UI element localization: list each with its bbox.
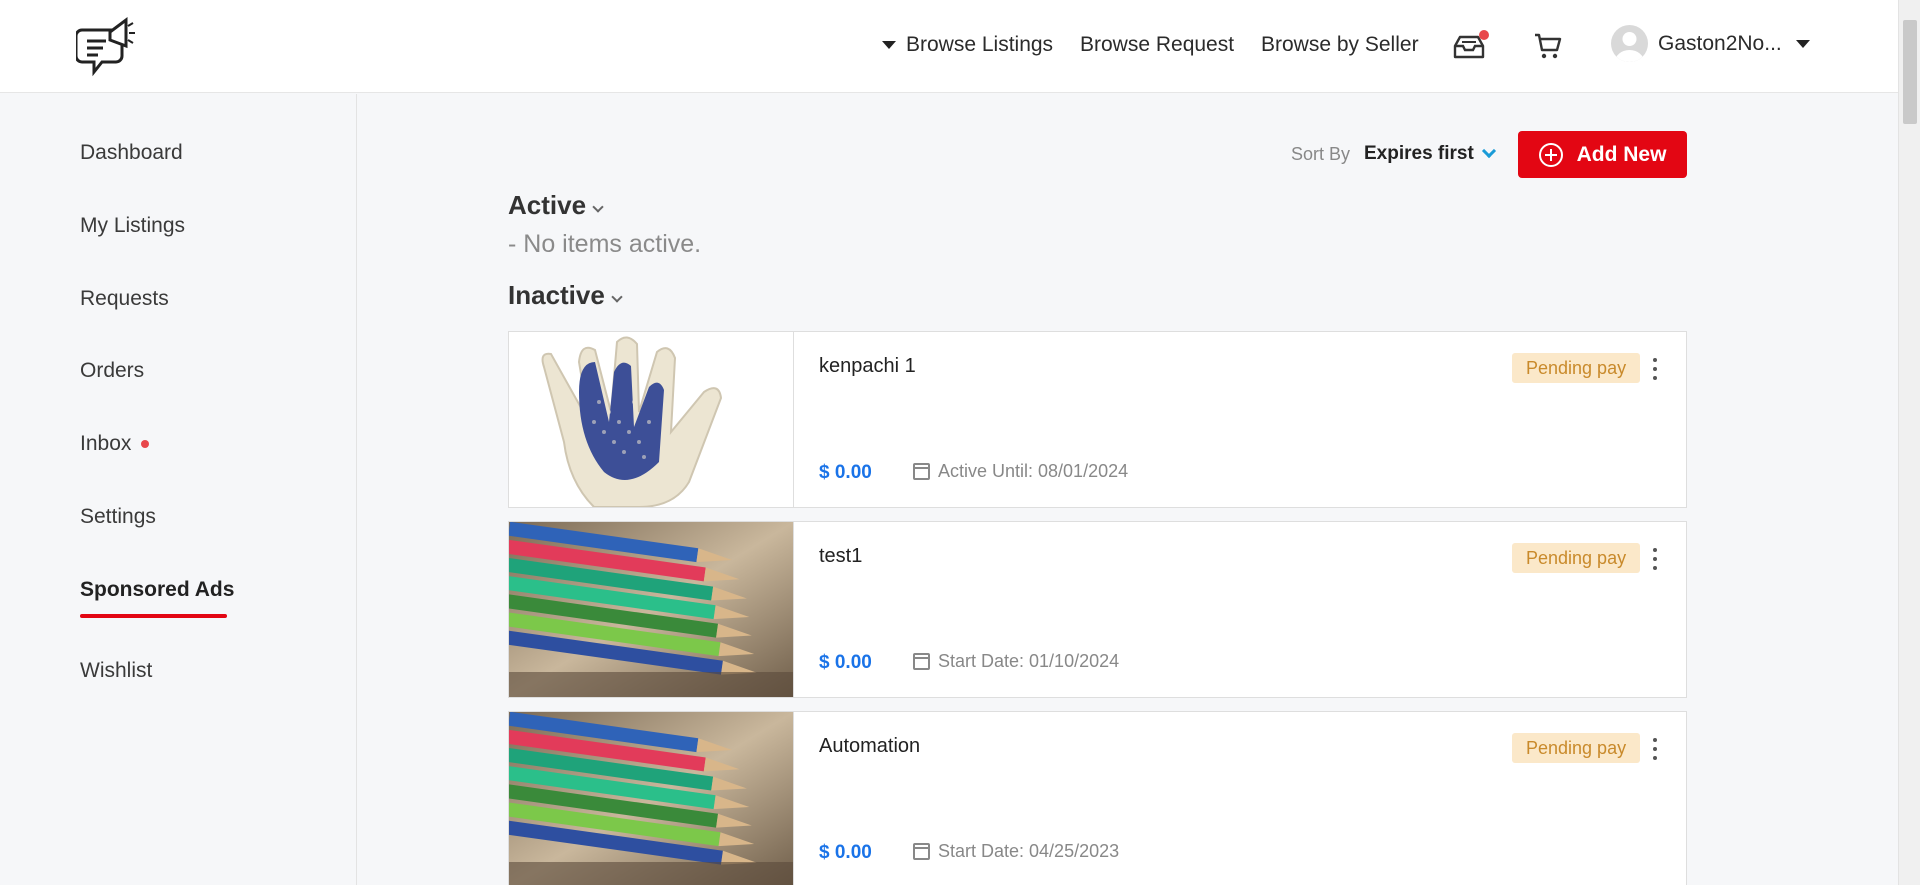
caret-down-icon [882, 41, 896, 49]
listing-title[interactable]: Automation [819, 735, 920, 758]
inbox-notification-dot [1479, 30, 1489, 40]
nav-browse-listings-label: Browse Listings [906, 33, 1054, 56]
status-badge: Pending pay [1512, 353, 1641, 383]
nav-browse-listings[interactable]: Browse Listings [882, 33, 1053, 57]
more-options-icon[interactable] [1650, 738, 1660, 760]
sort-dropdown[interactable]: Expires first [1364, 143, 1496, 165]
sort-by-label: Sort By [1291, 144, 1351, 164]
sidebar-item-label: Sponsored Ads [80, 578, 235, 601]
listing-card[interactable]: kenpachi 1 $ 0.00 Active Until: 08/01/20… [508, 331, 1687, 508]
sidebar-item-wishlist[interactable]: Wishlist [80, 659, 152, 683]
listing-date: Start Date: 01/10/2024 [913, 651, 1119, 672]
user-menu-caret-icon[interactable] [1796, 40, 1810, 48]
more-options-icon[interactable] [1650, 548, 1660, 570]
sidebar-item-label: Settings [80, 505, 156, 528]
chevron-down-icon [611, 290, 623, 303]
listing-card[interactable]: test1 $ 0.00 Start Date: 01/10/2024 Pend… [508, 521, 1687, 698]
chevron-down-icon [1481, 143, 1496, 159]
sidebar-item-label: Dashboard [80, 141, 183, 164]
listing-date-text: Active Until: 08/01/2024 [938, 461, 1129, 481]
sidebar: Dashboard My Listings Requests Orders In… [0, 94, 357, 885]
sidebar-item-label: Inbox [80, 432, 132, 455]
listing-price: $ 0.00 [819, 652, 872, 673]
nav-browse-request[interactable]: Browse Request [1080, 33, 1234, 57]
calendar-icon [913, 843, 930, 860]
avatar[interactable] [1611, 25, 1648, 62]
plus-circle-icon [1538, 142, 1563, 167]
listing-image-glove [509, 332, 794, 507]
sidebar-item-my-listings[interactable]: My Listings [80, 214, 185, 238]
listing-price: $ 0.00 [819, 842, 872, 863]
calendar-icon [913, 653, 930, 670]
add-new-button[interactable]: Add New [1518, 131, 1687, 178]
listing-date: Start Date: 04/25/2023 [913, 841, 1119, 862]
top-header: Browse Listings Browse Request Browse by… [0, 0, 1898, 93]
user-name[interactable]: Gaston2No... [1658, 32, 1782, 56]
listing-date-text: Start Date: 01/10/2024 [938, 651, 1120, 671]
logo-icon[interactable] [76, 14, 138, 80]
add-new-label: Add New [1576, 142, 1667, 166]
avatar-icon [1615, 32, 1644, 62]
status-badge: Pending pay [1512, 543, 1641, 573]
listing-date-text: Start Date: 04/25/2023 [938, 841, 1120, 861]
scrollbar-thumb[interactable] [1903, 20, 1917, 124]
section-active-toggle[interactable]: Active [508, 190, 604, 221]
scrollbar[interactable] [1898, 0, 1920, 885]
sidebar-item-label: Orders [80, 359, 145, 382]
sort-value: Expires first [1364, 143, 1474, 164]
sidebar-item-sponsored-ads[interactable]: Sponsored Ads [80, 578, 234, 602]
chevron-down-icon [592, 200, 604, 213]
listing-card[interactable]: Automation $ 0.00 Start Date: 04/25/2023… [508, 711, 1687, 885]
sidebar-item-label: Wishlist [80, 659, 153, 682]
listing-image-pencils [509, 712, 794, 885]
sidebar-item-label: My Listings [80, 214, 186, 237]
inbox-unread-dot [141, 440, 150, 448]
status-badge: Pending pay [1512, 733, 1641, 763]
sidebar-item-settings[interactable]: Settings [80, 505, 156, 529]
cart-icon[interactable] [1533, 31, 1563, 61]
listing-image-pencils [509, 522, 794, 697]
listing-date: Active Until: 08/01/2024 [913, 461, 1128, 482]
section-inactive-title: Inactive [508, 280, 605, 310]
active-empty-message: - No items active. [508, 230, 702, 258]
section-inactive-toggle[interactable]: Inactive [508, 280, 623, 311]
calendar-icon [913, 463, 930, 480]
sidebar-item-inbox[interactable]: Inbox [80, 432, 150, 456]
active-indicator [80, 614, 227, 618]
sidebar-item-orders[interactable]: Orders [80, 359, 144, 383]
more-options-icon[interactable] [1650, 358, 1660, 380]
listing-title[interactable]: test1 [819, 545, 862, 568]
section-active-title: Active [508, 190, 587, 220]
nav-browse-by-seller[interactable]: Browse by Seller [1261, 33, 1419, 57]
listing-price: $ 0.00 [819, 462, 872, 483]
listing-title[interactable]: kenpachi 1 [819, 355, 916, 378]
sidebar-item-dashboard[interactable]: Dashboard [80, 141, 183, 165]
sidebar-item-label: Requests [80, 287, 169, 310]
sidebar-item-requests[interactable]: Requests [80, 287, 169, 311]
